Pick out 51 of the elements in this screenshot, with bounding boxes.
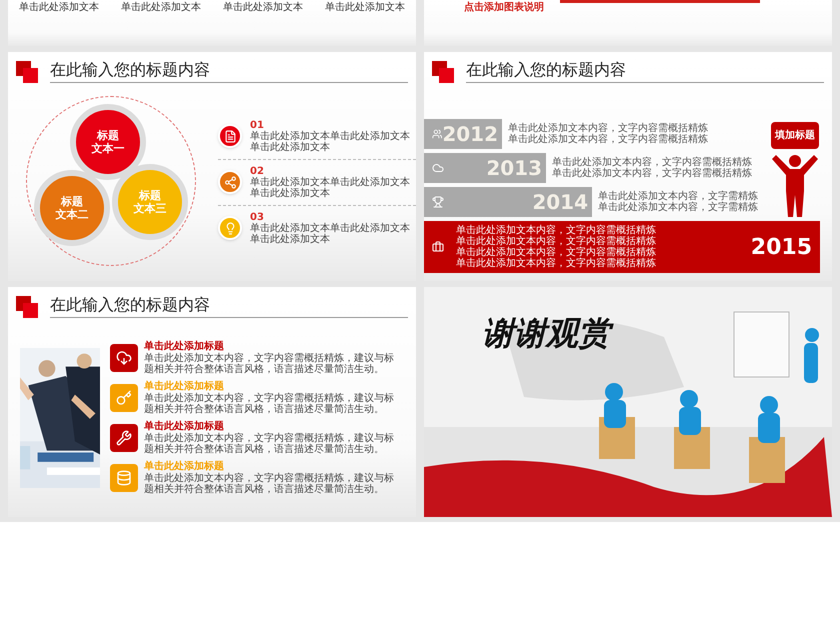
speech-bubble: 填加标题: [771, 122, 819, 149]
bar-text: 单击此处添加文本内容，文字需精炼: [598, 202, 758, 213]
item-title: 单击此处添加标题: [144, 420, 225, 432]
slide-text: 单击此处添加文本: [121, 0, 201, 15]
node-label: 文本二: [56, 208, 88, 221]
year-label: 2013: [486, 155, 542, 182]
item-number: 02: [250, 166, 265, 176]
slide-title: 在此输入您的标题内容: [466, 60, 824, 83]
briefcase-icon: [432, 241, 444, 253]
item-number: 01: [250, 120, 265, 130]
squares-logo-icon: [16, 296, 38, 318]
item-text: 单击此处添加文本内容，文字内容需概括精炼，建议与标题相关并符合整体语言风格，语言描述尽量简洁生动。: [144, 392, 395, 414]
item-title: 单击此处添加标题: [144, 380, 225, 392]
bar-text: 单击此处添加文本内容，文字内容需概括精炼: [552, 168, 752, 179]
slide-text: 单击此处添加文本: [19, 0, 99, 15]
bar-icon: [432, 162, 444, 174]
node-label: 文本一: [92, 142, 124, 155]
squares-logo-icon: [16, 61, 38, 83]
node-label: 标题: [61, 195, 83, 208]
item-text: 单击此处添加文本内容，文字内容需概括精炼，建议与标题相关并符合整体语言风格，语言描述尽量简洁生动。: [144, 472, 395, 494]
item-text: 单击此处添加文本内容，文字内容需概括精炼，建议与标题相关并符合整体语言风格，语言描述尽量简洁生动。: [144, 432, 395, 454]
item-title: 单击此处添加标题: [144, 340, 225, 352]
chart-caption: 点击添加图表说明: [464, 0, 544, 15]
bar-text: 单击此处添加文本内容，文字需精炼: [598, 191, 758, 202]
person-icon: [770, 153, 820, 217]
node-label: 标题: [139, 189, 161, 202]
slide-title: 在此输入您的标题内容: [50, 295, 408, 318]
bar-text: 单击此处添加文本内容，文字内容需概括精炼: [456, 247, 657, 258]
bar-icon: [432, 196, 444, 208]
slide-text: 单击此处添加文本: [223, 0, 303, 15]
item-number: 03: [250, 212, 265, 222]
bar-icon: [432, 128, 442, 140]
year-label: 2012: [442, 121, 498, 148]
squares-logo-icon: [432, 61, 454, 83]
item-text: 单击此处添加文本单击此处添加文本单击此处添加文本: [250, 130, 411, 152]
bar-text: 单击此处添加文本内容，文字内容需概括精炼: [508, 123, 708, 134]
slide-title: 在此输入您的标题内容: [50, 60, 408, 83]
bar-text: 单击此处添加文本内容，文字内容需概括精炼: [552, 157, 752, 168]
bar-text: 单击此处添加文本内容，文字内容需概括精炼: [508, 134, 708, 145]
node-label: 文本三: [134, 202, 166, 215]
year-label: 2015: [750, 234, 812, 262]
item-title: 单击此处添加标题: [144, 460, 225, 472]
bar-text: 单击此处添加文本内容，文字内容需概括精炼: [456, 236, 657, 247]
item-text: 单击此处添加文本单击此处添加文本单击此处添加文本: [250, 176, 411, 198]
node-label: 标题: [97, 129, 119, 142]
year-label: 2014: [532, 189, 588, 216]
slide-text: 单击此处添加文本: [325, 0, 405, 15]
item-text: 单击此处添加文本内容，文字内容需概括精炼，建议与标题相关并符合整体语言风格，语言描述尽量简洁生动。: [144, 352, 395, 374]
bar-text: 单击此处添加文本内容，文字内容需概括精炼: [456, 258, 657, 269]
item-text: 单击此处添加文本单击此处添加文本单击此处添加文本: [250, 222, 411, 244]
bar-text: 单击此处添加文本内容，文字内容需概括精炼: [456, 225, 657, 236]
